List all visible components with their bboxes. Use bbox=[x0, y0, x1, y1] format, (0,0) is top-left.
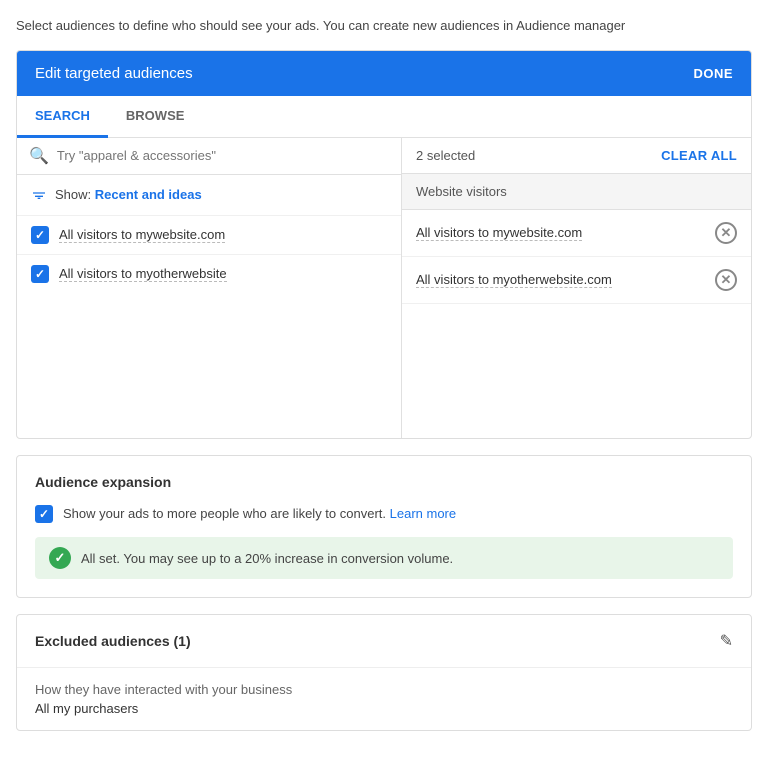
expansion-checkbox-row: ✓ Show your ads to more people who are l… bbox=[35, 504, 733, 524]
checkbox-2[interactable]: ✓ bbox=[31, 265, 49, 283]
success-text: All set. You may see up to a 20% increas… bbox=[81, 551, 453, 566]
filter-row: Show: Recent and ideas bbox=[17, 175, 401, 216]
tab-search[interactable]: SEARCH bbox=[17, 96, 108, 138]
right-panel: 2 selected CLEAR ALL Website visitors Al… bbox=[402, 138, 751, 438]
remove-button-1[interactable]: ✕ bbox=[715, 222, 737, 244]
left-panel: 🔍 Show: Recent and ideas ✓ All visitors … bbox=[17, 138, 402, 438]
list-item: ✓ All visitors to myotherwebsite bbox=[17, 255, 401, 293]
item-label-2[interactable]: All visitors to myotherwebsite bbox=[59, 266, 227, 282]
done-button[interactable]: DONE bbox=[693, 66, 733, 81]
tab-browse[interactable]: BROWSE bbox=[108, 96, 203, 138]
excluded-body: How they have interacted with your busin… bbox=[17, 668, 751, 730]
search-box: 🔍 bbox=[17, 138, 401, 175]
remove-button-2[interactable]: ✕ bbox=[715, 269, 737, 291]
selected-count: 2 selected bbox=[416, 148, 475, 163]
excluded-subtitle: How they have interacted with your busin… bbox=[35, 682, 733, 697]
expansion-text: Show your ads to more people who are lik… bbox=[63, 504, 456, 524]
filter-value[interactable]: Recent and ideas bbox=[95, 187, 202, 202]
filter-label: Show: Recent and ideas bbox=[55, 187, 202, 202]
table-row: All visitors to myotherwebsite.com ✕ bbox=[402, 257, 751, 304]
table-row: All visitors to mywebsite.com ✕ bbox=[402, 210, 751, 257]
search-icon: 🔍 bbox=[29, 146, 49, 166]
learn-more-link[interactable]: Learn more bbox=[390, 506, 456, 521]
page-description: Select audiences to define who should se… bbox=[16, 16, 752, 36]
two-col-layout: 🔍 Show: Recent and ideas ✓ All visitors … bbox=[17, 138, 751, 438]
card-header: Edit targeted audiences DONE bbox=[17, 51, 751, 96]
targeted-audiences-card: Edit targeted audiences DONE SEARCH BROW… bbox=[16, 50, 752, 439]
excluded-header: Excluded audiences (1) ✎ bbox=[17, 615, 751, 668]
card-header-title: Edit targeted audiences bbox=[35, 65, 193, 82]
filter-icon bbox=[31, 187, 47, 203]
expansion-checkbox[interactable]: ✓ bbox=[35, 505, 53, 523]
description-text: Select audiences to define who should se… bbox=[16, 18, 625, 33]
success-banner: ✓ All set. You may see up to a 20% incre… bbox=[35, 537, 733, 579]
audience-expansion-card: Audience expansion ✓ Show your ads to mo… bbox=[16, 455, 752, 599]
item-label-1[interactable]: All visitors to mywebsite.com bbox=[59, 227, 225, 243]
tabs-row: SEARCH BROWSE bbox=[17, 96, 751, 138]
checkbox-1[interactable]: ✓ bbox=[31, 226, 49, 244]
section-label: Website visitors bbox=[402, 174, 751, 210]
list-item: ✓ All visitors to mywebsite.com bbox=[17, 216, 401, 255]
right-item-label-2: All visitors to myotherwebsite.com bbox=[416, 272, 612, 288]
excluded-audiences-card: Excluded audiences (1) ✎ How they have i… bbox=[16, 614, 752, 731]
edit-icon[interactable]: ✎ bbox=[720, 631, 733, 651]
excluded-title: Excluded audiences (1) bbox=[35, 633, 191, 649]
selected-bar: 2 selected CLEAR ALL bbox=[402, 138, 751, 174]
success-icon: ✓ bbox=[49, 547, 71, 569]
search-input[interactable] bbox=[57, 148, 389, 163]
excluded-item: All my purchasers bbox=[35, 701, 733, 716]
right-item-label-1: All visitors to mywebsite.com bbox=[416, 225, 582, 241]
expansion-title: Audience expansion bbox=[35, 474, 733, 490]
clear-all-button[interactable]: CLEAR ALL bbox=[661, 148, 737, 163]
